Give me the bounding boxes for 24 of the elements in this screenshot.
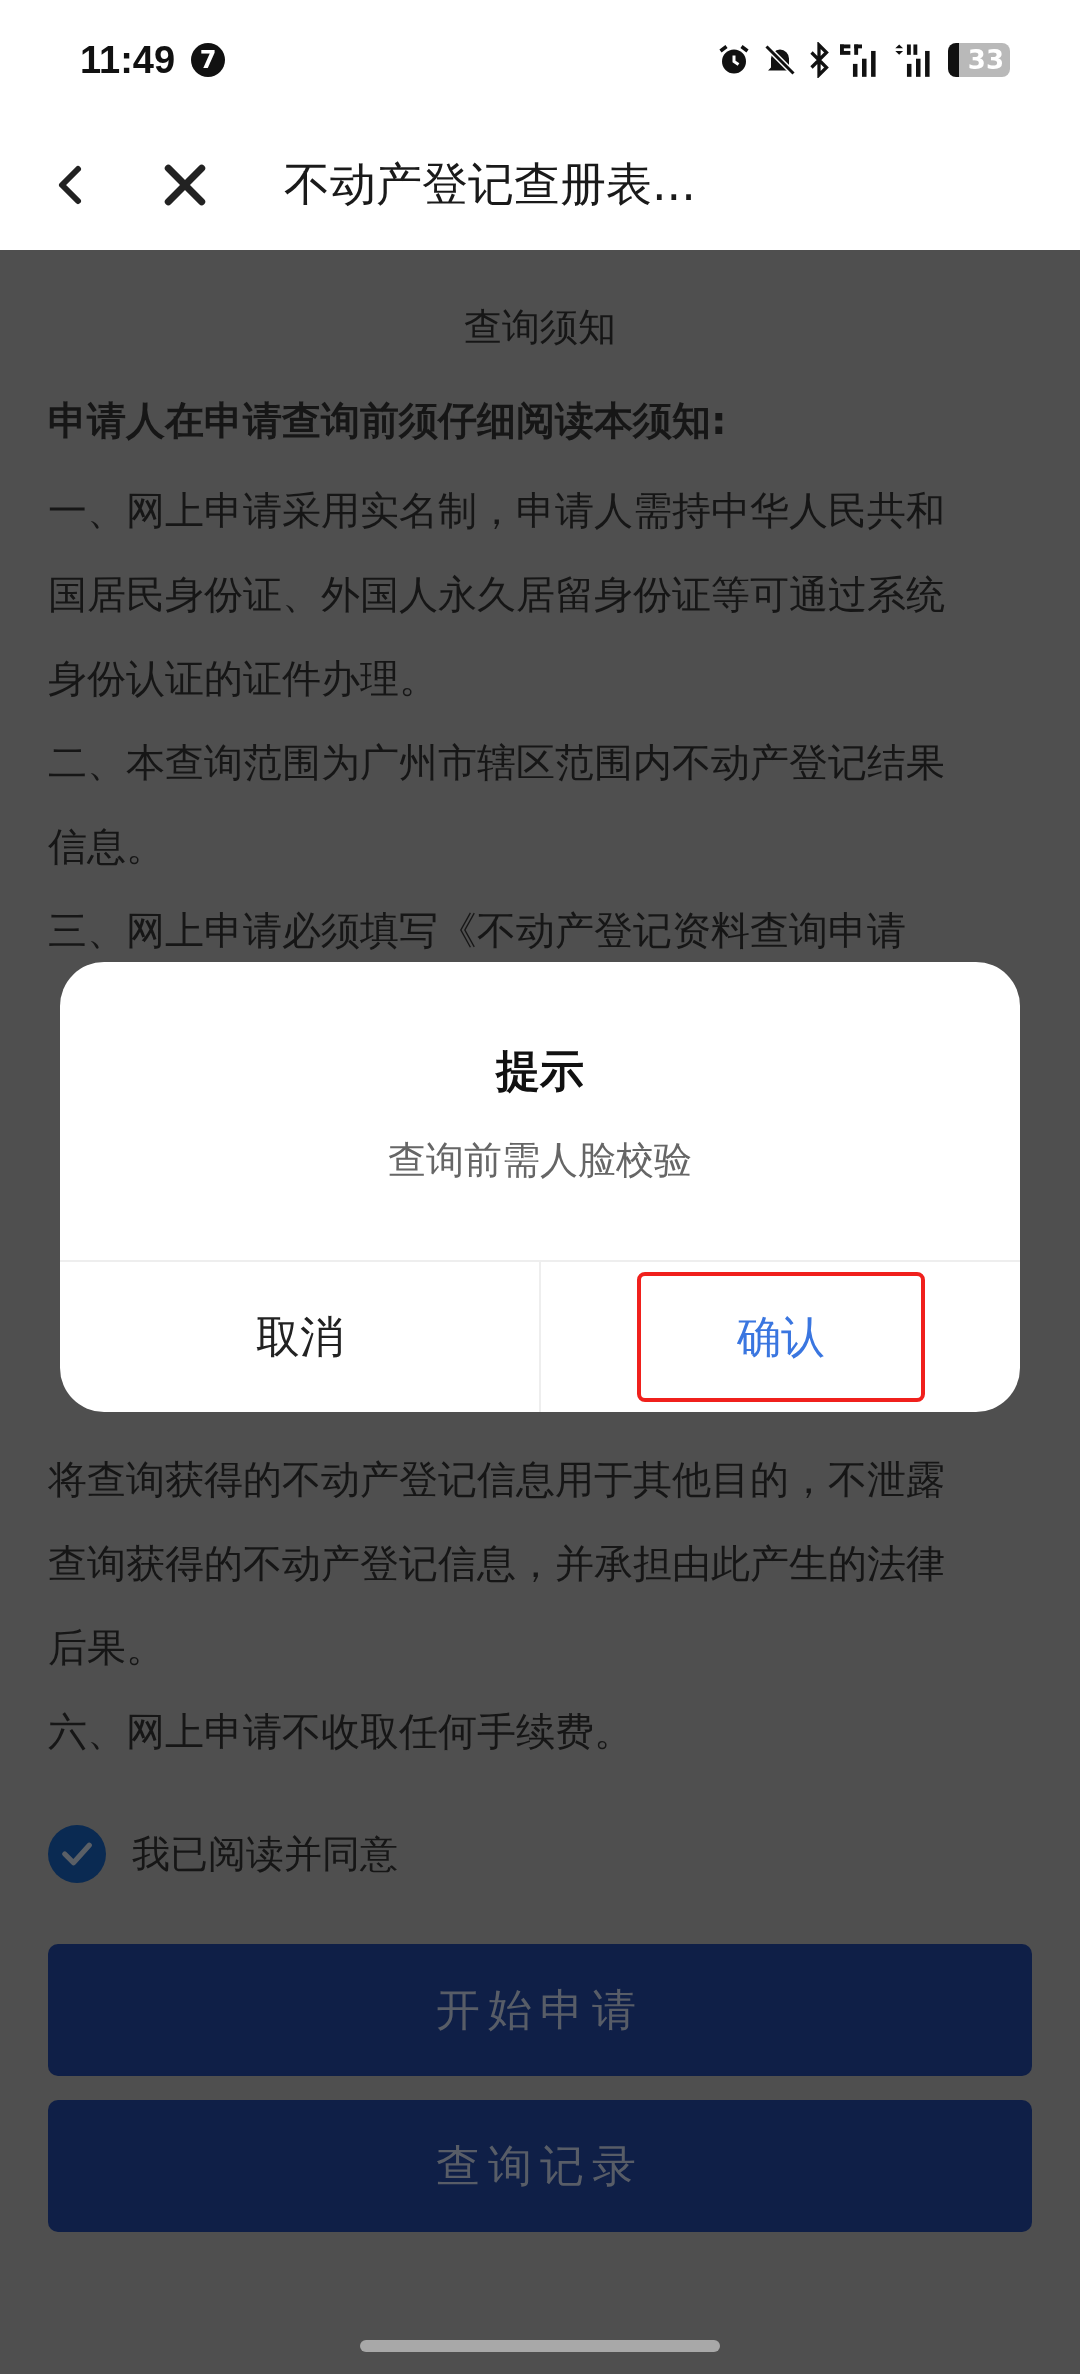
page-title: 不动产登记查册表...	[284, 156, 696, 213]
notification-badge: 7	[191, 43, 226, 77]
notice-text: 后果。	[48, 1624, 166, 1672]
action-button[interactable]: 开始申请	[48, 1944, 1032, 2076]
notice-text: 信息。	[48, 823, 166, 871]
battery-indicator: 33	[948, 43, 1010, 77]
notice-text: 二、本查询范围为广州市辖区范围内不动产登记结果	[48, 739, 946, 787]
notice-text: 六、网上申请不收取任何手续费。	[48, 1708, 634, 1756]
dialog-message: 查询前需人脸校验	[387, 1137, 693, 1184]
clock-time: 11:49	[80, 38, 176, 82]
cancel-button[interactable]: 取消	[159, 1276, 440, 1398]
notice-text: 一、网上申请采用实名制，申请人需持中华人民共和	[48, 487, 946, 535]
agreement-label: 我已阅读并同意	[132, 1830, 398, 1878]
notice-text: 身份认证的证件办理。	[48, 655, 439, 703]
action-button[interactable]: 查询记录	[48, 2100, 1032, 2232]
dialog-title: 提示	[494, 1044, 585, 1098]
notice-text: 将查询获得的不动产登记信息用于其他目的，不泄露	[48, 1456, 946, 1504]
notice-text: 查询获得的不动产登记信息，并承担由此产生的法律	[48, 1540, 946, 1588]
notice-text: 国居民身份证、外国人永久居留身份证等可通过系统	[48, 571, 946, 619]
muted-bell-icon	[762, 42, 798, 78]
notice-heading: 申请人在申请查询前须仔细阅读本须知:	[48, 397, 728, 445]
bluetooth-icon	[808, 42, 830, 78]
notice-text: 三、网上申请必须填写《不动产登记资料查询申请	[48, 907, 907, 955]
notice-title: 查询须知	[463, 304, 617, 351]
